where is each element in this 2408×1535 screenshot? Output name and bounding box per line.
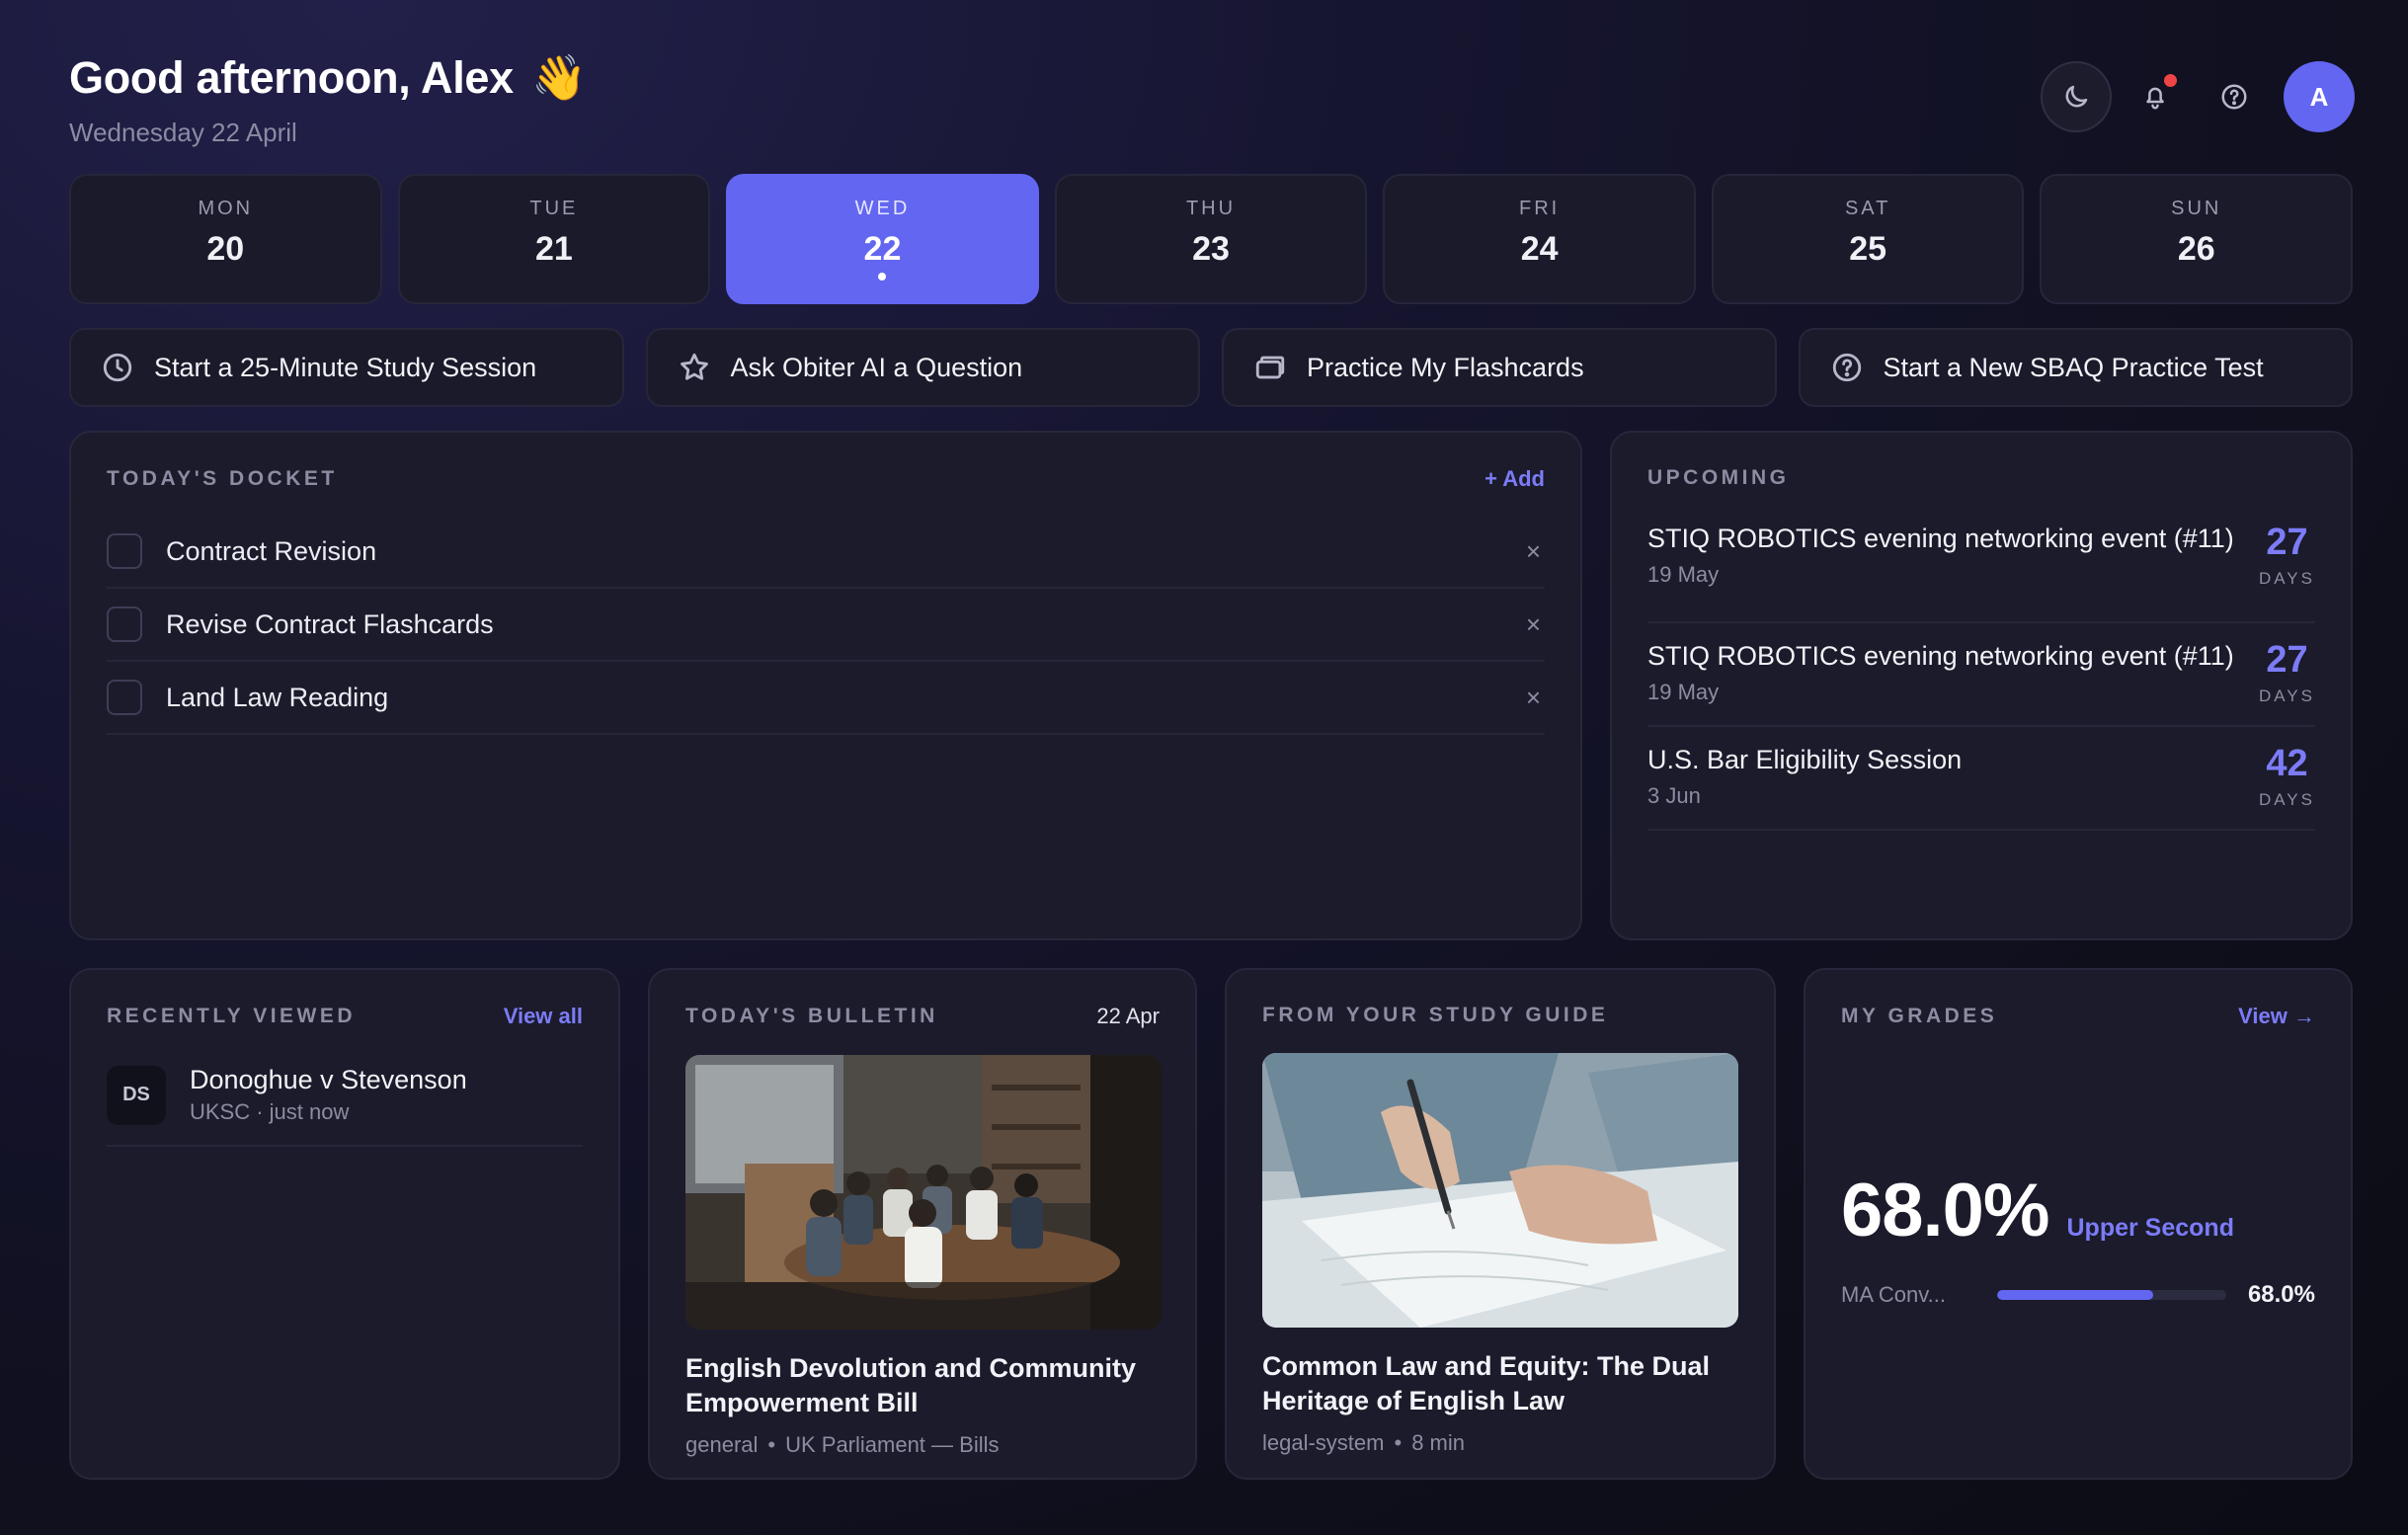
grade-classification: Upper Second bbox=[2066, 1214, 2234, 1242]
days-countdown: 42 DAYS bbox=[2258, 743, 2315, 809]
sbaq-test-button[interactable]: Start a New SBAQ Practice Test bbox=[1798, 328, 2353, 407]
module-progress-bar bbox=[1997, 1290, 2226, 1300]
guide-read-time: 8 min bbox=[1411, 1430, 1465, 1455]
cards-icon bbox=[1255, 356, 1285, 379]
overall-grade-value: 68.0% bbox=[1841, 1169, 2049, 1252]
bulletin-article-title[interactable]: English Devolution and Community Empower… bbox=[685, 1351, 1160, 1420]
page-title: Good afternoon, Alex 👋 bbox=[69, 52, 587, 103]
bulletin-card: TODAY'S BULLETIN 22 Apr English Devoluti… bbox=[648, 968, 1197, 1480]
module-label: MA Conv... bbox=[1841, 1282, 1946, 1307]
guide-tag: legal-system bbox=[1262, 1430, 1385, 1455]
event-date: 19 May bbox=[1647, 680, 1720, 704]
add-task-button[interactable]: + Add bbox=[1485, 466, 1545, 492]
bulletin-tag: general bbox=[685, 1432, 759, 1457]
bulletin-source: UK Parliament — Bills bbox=[785, 1432, 1000, 1457]
notification-dot bbox=[2164, 74, 2177, 87]
ask-ai-button[interactable]: Ask Obiter AI a Question bbox=[645, 328, 1200, 407]
module-grade-value: 68.0% bbox=[2247, 1281, 2315, 1308]
day-thu[interactable]: THU 23 bbox=[1054, 174, 1368, 304]
flashcards-button[interactable]: Practice My Flashcards bbox=[1222, 328, 1777, 407]
upcoming-card: UPCOMING STIQ ROBOTICS evening networkin… bbox=[1610, 431, 2353, 940]
remove-task-button[interactable]: × bbox=[1526, 609, 1541, 640]
recently-viewed-card: RECENTLY VIEWED View all DS Donoghue v S… bbox=[69, 968, 620, 1480]
clock-icon bbox=[103, 353, 132, 382]
docket-item: Contract Revision × bbox=[107, 516, 1545, 589]
guide-meta: legal-system • 8 min bbox=[1262, 1430, 1465, 1455]
header: Good afternoon, Alex 👋 Wednesday 22 Apri… bbox=[69, 51, 587, 148]
module-grade-row: MA Conv... 68.0% bbox=[1841, 1281, 2315, 1309]
docket-title: TODAY'S DOCKET bbox=[107, 467, 338, 490]
upcoming-event[interactable]: STIQ ROBOTICS evening networking event (… bbox=[1647, 520, 2315, 623]
view-all-link[interactable]: View all bbox=[504, 1004, 583, 1029]
bulletin-title: TODAY'S BULLETIN bbox=[685, 1005, 938, 1027]
task-checkbox[interactable] bbox=[107, 606, 142, 642]
grades-card: MY GRADES View → 68.0% Upper Second MA C… bbox=[1804, 968, 2353, 1480]
event-name: STIQ ROBOTICS evening networking event (… bbox=[1647, 641, 2234, 671]
case-initials-badge: DS bbox=[107, 1065, 166, 1125]
help-button[interactable] bbox=[2199, 61, 2270, 132]
task-label: Land Law Reading bbox=[166, 682, 389, 712]
docket-item: Revise Contract Flashcards × bbox=[107, 589, 1545, 662]
bulletin-photo[interactable] bbox=[685, 1055, 1162, 1330]
upcoming-event[interactable]: U.S. Bar Eligibility Session 3 Jun 42 DA… bbox=[1647, 727, 2315, 831]
theme-toggle-button[interactable] bbox=[2041, 61, 2112, 132]
question-circle-icon bbox=[1832, 353, 1861, 382]
study-session-button[interactable]: Start a 25-Minute Study Session bbox=[69, 328, 624, 407]
task-checkbox[interactable] bbox=[107, 680, 142, 715]
guide-photo[interactable] bbox=[1262, 1053, 1738, 1328]
day-sun[interactable]: SUN 26 bbox=[2040, 174, 2354, 304]
bulletin-meta: general • UK Parliament — Bills bbox=[685, 1432, 1000, 1457]
event-date: 3 Jun bbox=[1647, 783, 1701, 808]
user-avatar[interactable]: A bbox=[2284, 61, 2355, 132]
event-name: STIQ ROBOTICS evening networking event (… bbox=[1647, 524, 2234, 553]
guide-title: FROM YOUR STUDY GUIDE bbox=[1262, 1004, 1609, 1026]
guide-article-title[interactable]: Common Law and Equity: The Dual Heritage… bbox=[1262, 1349, 1738, 1418]
today-indicator-dot bbox=[878, 273, 887, 281]
view-grades-link[interactable]: View → bbox=[2238, 1004, 2315, 1029]
day-fri[interactable]: FRI 24 bbox=[1383, 174, 1696, 304]
day-sat[interactable]: SAT 25 bbox=[1711, 174, 2025, 304]
day-tue[interactable]: TUE 21 bbox=[397, 174, 711, 304]
docket-card: TODAY'S DOCKET + Add Contract Revision ×… bbox=[69, 431, 1582, 940]
notifications-button[interactable] bbox=[2120, 61, 2191, 132]
days-countdown: 27 DAYS bbox=[2258, 522, 2315, 588]
task-checkbox[interactable] bbox=[107, 533, 142, 569]
day-mon[interactable]: MON 20 bbox=[69, 174, 382, 304]
recent-title: RECENTLY VIEWED bbox=[107, 1005, 357, 1027]
remove-task-button[interactable]: × bbox=[1526, 683, 1541, 713]
upcoming-event[interactable]: STIQ ROBOTICS evening networking event (… bbox=[1647, 623, 2315, 727]
moon-icon bbox=[2065, 85, 2088, 108]
week-strip: MON 20 TUE 21 WED 22 THU 23 FRI 24 SAT 2… bbox=[69, 174, 2354, 304]
docket-list: Contract Revision × Revise Contract Flas… bbox=[107, 516, 1545, 735]
task-label: Revise Contract Flashcards bbox=[166, 608, 494, 639]
quick-actions: Start a 25-Minute Study Session Ask Obit… bbox=[69, 328, 2353, 407]
recent-case-item[interactable]: DS Donoghue v Stevenson UKSC · just now bbox=[107, 1065, 583, 1147]
case-title: Donoghue v Stevenson bbox=[190, 1065, 467, 1094]
star-icon bbox=[680, 353, 708, 380]
upcoming-list: STIQ ROBOTICS evening networking event (… bbox=[1647, 520, 2315, 831]
overall-grade: 68.0% Upper Second bbox=[1841, 1168, 2315, 1253]
event-name: U.S. Bar Eligibility Session bbox=[1647, 745, 1963, 774]
wave-emoji: 👋 bbox=[531, 52, 587, 103]
meeting-room-image bbox=[685, 1055, 1162, 1330]
docket-item: Land Law Reading × bbox=[107, 662, 1545, 735]
event-date: 19 May bbox=[1647, 562, 1720, 587]
upcoming-title: UPCOMING bbox=[1647, 466, 1790, 489]
task-label: Contract Revision bbox=[166, 535, 377, 566]
bell-icon bbox=[2146, 87, 2164, 110]
remove-task-button[interactable]: × bbox=[1526, 536, 1541, 567]
day-wed-selected[interactable]: WED 22 bbox=[726, 174, 1039, 304]
help-icon bbox=[2221, 84, 2247, 110]
grades-title: MY GRADES bbox=[1841, 1005, 1998, 1027]
bulletin-date: 22 Apr bbox=[1096, 1004, 1160, 1028]
days-countdown: 27 DAYS bbox=[2258, 639, 2315, 705]
module-progress-fill bbox=[1997, 1290, 2153, 1300]
signing-document-image bbox=[1262, 1053, 1738, 1328]
study-guide-card: FROM YOUR STUDY GUIDE Common Law and Equ… bbox=[1225, 968, 1776, 1480]
top-toolbar: A bbox=[2041, 61, 2355, 132]
current-date: Wednesday 22 April bbox=[69, 118, 297, 147]
case-subtitle: UKSC · just now bbox=[190, 1099, 350, 1124]
